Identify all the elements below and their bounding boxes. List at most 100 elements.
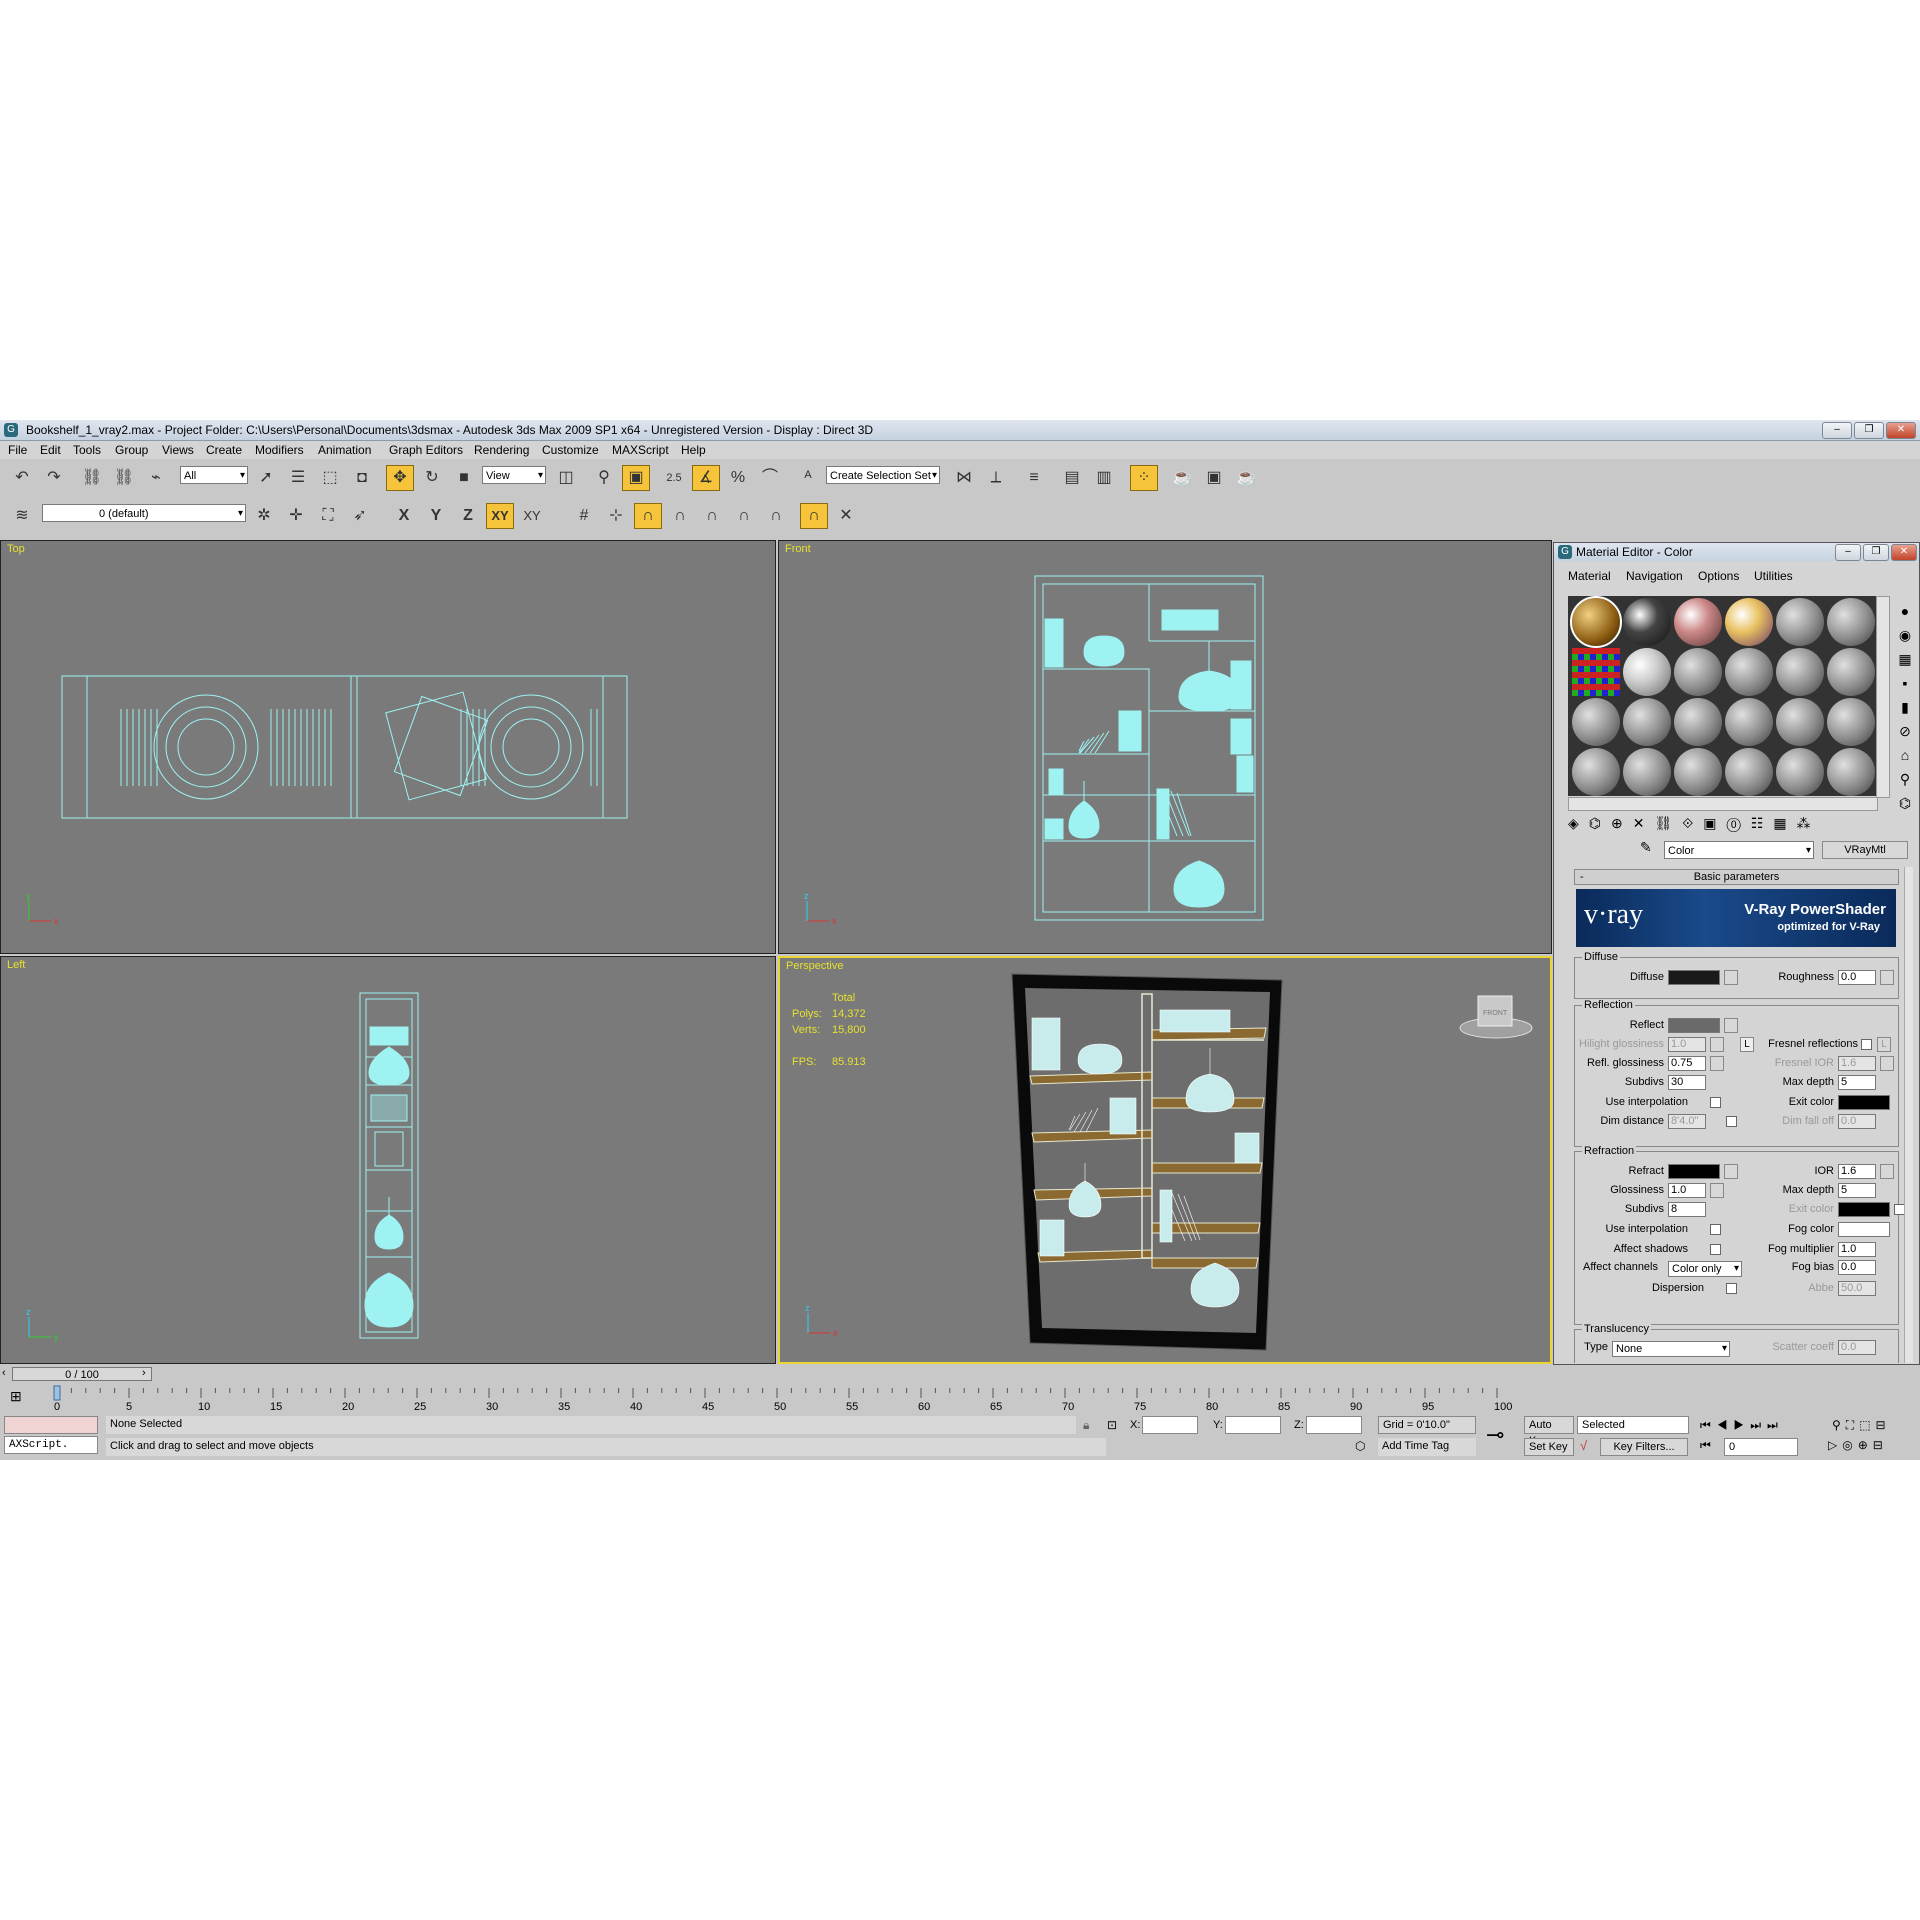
maxscript-listener-top[interactable] [4, 1416, 98, 1434]
me-maximize-button[interactable]: ❐ [1863, 544, 1889, 561]
material-sample-slot[interactable] [1674, 748, 1722, 796]
fog-color-swatch[interactable] [1838, 1222, 1890, 1237]
absolute-mode-icon[interactable]: ⊡ [1107, 1418, 1117, 1432]
reflect-color-swatch[interactable] [1668, 1018, 1720, 1033]
refl-max-depth-spinner[interactable]: 5 [1838, 1075, 1876, 1090]
window-crossing-icon[interactable]: ◘ [348, 465, 376, 491]
slots-vertical-scrollbar[interactable] [1876, 596, 1890, 798]
unlink-icon[interactable]: ⛓ [110, 465, 138, 491]
me-menu-utilities[interactable]: Utilities [1754, 569, 1793, 583]
dim-distance-checkbox[interactable] [1726, 1116, 1737, 1127]
snap-midpoint-icon[interactable]: ∩ [698, 503, 726, 529]
menu-views[interactable]: Views [162, 443, 194, 457]
material-sample-slot[interactable] [1776, 648, 1824, 696]
material-sample-slot[interactable] [1776, 598, 1824, 646]
menu-file[interactable]: File [8, 443, 27, 457]
reflect-map-button[interactable] [1724, 1018, 1738, 1033]
affect-shadows-checkbox[interactable] [1710, 1244, 1721, 1255]
menu-help[interactable]: Help [681, 443, 706, 457]
named-selection-icon[interactable]: ᴬ [794, 465, 822, 491]
current-layer-dropdown[interactable]: 0 (default) [42, 504, 246, 523]
refract-color-swatch[interactable] [1668, 1164, 1720, 1179]
goto-start-icon[interactable]: ⏮ [1700, 1438, 1711, 1453]
menu-modifiers[interactable]: Modifiers [255, 443, 304, 457]
material-type-button[interactable]: VRayMtl [1822, 841, 1908, 859]
hilight-map-button[interactable] [1710, 1037, 1724, 1052]
playback-controls[interactable]: ⏮◀▶⏭⏭ [1700, 1418, 1784, 1433]
viewport-navigation-controls[interactable]: ⚲⛶⬚⊟ [1832, 1418, 1891, 1433]
add-to-layer-icon[interactable]: ✛ [282, 503, 310, 529]
me-menu-navigation[interactable]: Navigation [1626, 569, 1683, 583]
select-object-icon[interactable]: ➚ [252, 465, 280, 491]
material-sample-slot[interactable] [1570, 596, 1622, 648]
menu-tools[interactable]: Tools [73, 443, 101, 457]
material-toolbar[interactable]: ◈⌬⊕✕⛓⟐▣⓪☷▦⁂ [1568, 815, 1821, 832]
diffuse-map-button[interactable] [1724, 970, 1738, 985]
reference-coord-dropdown[interactable]: View [482, 466, 546, 485]
rollout-toggle[interactable]: - [1580, 870, 1584, 884]
layer-manager-icon[interactable]: ≡ [1020, 465, 1048, 491]
refl-exit-color-swatch[interactable] [1838, 1095, 1890, 1110]
material-sample-slot[interactable] [1572, 698, 1620, 746]
refl-glossiness-map-button[interactable] [1710, 1056, 1724, 1071]
auto-key-button[interactable]: Auto Key [1524, 1416, 1574, 1447]
set-current-layer-icon[interactable]: ➶ [346, 503, 374, 529]
refr-glossiness-spinner[interactable]: 1.0 [1668, 1183, 1706, 1198]
snap-edge-icon[interactable]: ∩ [730, 503, 758, 529]
refr-use-interpolation-checkbox[interactable] [1710, 1224, 1721, 1235]
select-move-icon[interactable]: ✥ [386, 465, 414, 491]
me-close-button[interactable]: ✕ [1891, 544, 1917, 561]
manipulate-icon[interactable]: ⚲ [590, 465, 618, 491]
menu-rendering[interactable]: Rendering [474, 443, 529, 457]
maximize-button[interactable]: ❐ [1854, 422, 1884, 439]
affect-channels-dropdown[interactable]: Color only [1668, 1261, 1742, 1277]
basic-parameters-rollout[interactable]: - Basic parameters [1574, 869, 1899, 885]
menu-group[interactable]: Group [115, 443, 148, 457]
refr-glossiness-map-button[interactable] [1710, 1183, 1724, 1198]
slots-horizontal-scrollbar[interactable] [1568, 797, 1878, 811]
ior-spinner[interactable]: 1.6 [1838, 1164, 1876, 1179]
material-sample-slot[interactable] [1776, 698, 1824, 746]
viewport-perspective[interactable]: Perspective Total Polys: 14,372 Verts: 15,… [778, 956, 1552, 1364]
spinner-snap-icon[interactable]: ⌒ [756, 465, 784, 491]
named-selection-set-dropdown[interactable]: Create Selection Set [826, 466, 940, 485]
roughness-map-button[interactable] [1880, 970, 1894, 985]
time-tag-icon[interactable]: ⬡ [1355, 1439, 1365, 1453]
hilight-glossiness-spinner[interactable]: 1.0 [1668, 1037, 1706, 1052]
y-coordinate-field[interactable] [1225, 1416, 1281, 1434]
current-frame-marker[interactable] [53, 1385, 61, 1401]
maxscript-listener-input[interactable]: AXScript. [4, 1436, 98, 1454]
viewport-front[interactable]: Front xz [778, 540, 1552, 954]
me-minimize-button[interactable]: – [1835, 544, 1861, 561]
select-scale-icon[interactable]: ■ [450, 465, 478, 491]
me-menu-options[interactable]: Options [1698, 569, 1739, 583]
quick-render-icon[interactable]: ☕ [1232, 465, 1260, 491]
add-time-tag[interactable]: Add Time Tag [1378, 1438, 1476, 1456]
hilight-lock-button[interactable]: L [1740, 1037, 1754, 1052]
abbe-spinner[interactable]: 50.0 [1838, 1281, 1876, 1296]
roughness-spinner[interactable]: 0.0 [1838, 970, 1876, 985]
percent-snap-icon[interactable]: % [724, 465, 752, 491]
material-sample-slot[interactable] [1776, 748, 1824, 796]
ior-map-button[interactable] [1880, 1164, 1894, 1179]
align-icon[interactable]: ⟂ [982, 465, 1010, 491]
dim-distance-spinner[interactable]: 8'4.0" [1668, 1114, 1706, 1129]
me-menu-material[interactable]: Material [1568, 569, 1611, 583]
minimize-button[interactable]: – [1822, 422, 1852, 439]
rollout-scrollbar[interactable] [1904, 867, 1913, 1363]
x-coordinate-field[interactable] [1142, 1416, 1198, 1434]
fog-bias-spinner[interactable]: 0.0 [1838, 1260, 1876, 1275]
time-slider-prev-icon[interactable]: ‹ [2, 1367, 6, 1379]
snaps-grid-icon[interactable]: # [570, 503, 598, 529]
menu-maxscript[interactable]: MAXScript [612, 443, 669, 457]
refl-glossiness-spinner[interactable]: 0.75 [1668, 1056, 1706, 1071]
3dsmax-icon[interactable]: G [4, 423, 18, 437]
link-icon[interactable]: ⛓ [78, 465, 106, 491]
rect-selection-icon[interactable]: ⬚ [316, 465, 344, 491]
create-layer-icon[interactable]: ✲ [250, 503, 278, 529]
mirror-icon[interactable]: ⋈ [950, 465, 978, 491]
refr-max-depth-spinner[interactable]: 5 [1838, 1183, 1876, 1198]
track-bar[interactable]: ⊞ 0 5 10 15 20 25 30 35 40 45 50 55 60 65 70 75 80 85 90 95… [0, 1384, 1550, 1416]
fresnel-reflections-checkbox[interactable] [1861, 1039, 1872, 1050]
menu-customize[interactable]: Customize [542, 443, 599, 457]
